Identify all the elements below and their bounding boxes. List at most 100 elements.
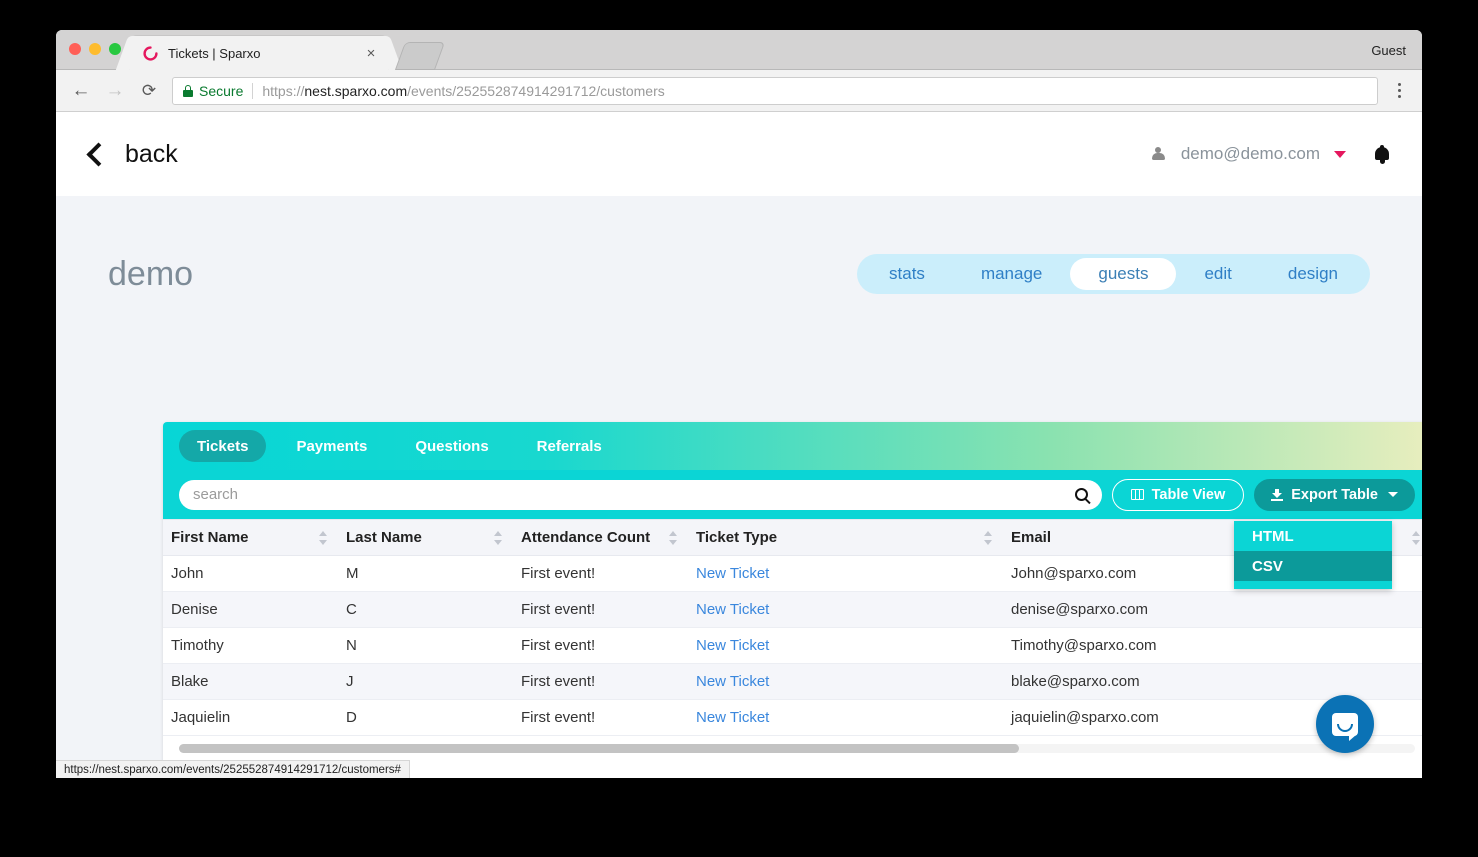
ticket-type-link[interactable]: New Ticket (696, 673, 769, 690)
cell-extra (1353, 663, 1422, 700)
chevron-down-icon[interactable] (1334, 150, 1346, 158)
export-table-button[interactable]: Export Table (1254, 478, 1415, 511)
close-window-button[interactable] (69, 43, 81, 55)
sort-icon[interactable] (669, 530, 678, 546)
scrollbar-thumb[interactable] (179, 744, 1020, 753)
browser-window: Tickets | Sparxo × Guest ← → ⟳ Secure ht… (56, 30, 1422, 778)
ticket-type-link[interactable]: New Ticket (696, 637, 769, 654)
column-header-last-name[interactable]: Last Name (338, 519, 513, 556)
ticket-type-link[interactable]: New Ticket (696, 601, 769, 618)
tab-stats[interactable]: stats (861, 258, 953, 290)
status-bar-url: https://nest.sparxo.com/events/252552874… (64, 763, 401, 776)
cell-first-name: Timothy (163, 627, 338, 664)
chevron-left-icon (86, 141, 111, 167)
browser-tab-active[interactable]: Tickets | Sparxo × (130, 36, 388, 70)
guests-toolbar: Table View Export Table (163, 470, 1422, 519)
app-header-right: demo@demo.com (1151, 144, 1390, 164)
column-header-ticket-type[interactable]: Ticket Type (688, 519, 1003, 556)
tab-edit[interactable]: edit (1176, 258, 1259, 290)
search-input[interactable] (193, 486, 1075, 503)
table-view-label: Table View (1151, 486, 1226, 503)
browser-menu-icon[interactable] (1386, 83, 1412, 98)
tab-guests[interactable]: guests (1070, 258, 1177, 290)
column-header-first-name[interactable]: First Name (163, 519, 338, 556)
minimize-window-button[interactable] (89, 43, 101, 55)
browser-tab-title: Tickets | Sparxo (168, 45, 261, 61)
tab-design[interactable]: design (1260, 258, 1366, 290)
user-email-label[interactable]: demo@demo.com (1181, 144, 1320, 164)
cell-attendance-count: First event! (513, 591, 688, 628)
cell-attendance-count: First event! (513, 555, 688, 592)
address-bar[interactable]: Secure https://nest.sparxo.com/events/25… (172, 76, 1378, 105)
cell-email: jaquielin@sparxo.com (1003, 699, 1353, 736)
export-dropdown-menu: HTML CSV (1234, 521, 1392, 589)
subtab-questions[interactable]: Questions (397, 430, 506, 462)
address-bar-url: https://nest.sparxo.com/events/252552874… (262, 83, 664, 99)
tab-manage[interactable]: manage (953, 258, 1070, 290)
page-viewport: back demo@demo.com demo stats manage gue… (56, 112, 1422, 777)
cell-extra (1353, 627, 1422, 664)
cell-email: blake@sparxo.com (1003, 663, 1353, 700)
search-field-wrapper[interactable] (179, 479, 1102, 510)
table-icon (1130, 489, 1144, 500)
ticket-type-link[interactable]: New Ticket (696, 709, 769, 726)
cell-attendance-count: First event! (513, 699, 688, 736)
column-header-attendance-count[interactable]: Attendance Count (513, 519, 688, 556)
browser-forward-icon[interactable]: → (98, 76, 132, 106)
url-path: /events/252552874914291712/customers (407, 82, 665, 99)
cell-last-name: D (338, 699, 513, 736)
sort-icon[interactable] (319, 530, 328, 546)
table-horizontal-scrollbar[interactable] (179, 744, 1415, 753)
ticket-type-link[interactable]: New Ticket (696, 565, 769, 582)
download-icon (1271, 488, 1284, 501)
notification-bell-icon[interactable] (1374, 145, 1390, 164)
cell-last-name: N (338, 627, 513, 664)
omnibox-divider (252, 82, 254, 99)
window-traffic-lights (69, 43, 121, 55)
table-row[interactable]: Denise C First event! New Ticket denise@… (163, 591, 1422, 628)
tab-close-icon[interactable]: × (362, 46, 380, 61)
maximize-window-button[interactable] (109, 43, 121, 55)
column-label: Attendance Count (521, 529, 651, 546)
subtab-payments[interactable]: Payments (278, 430, 385, 462)
chat-launcher-button[interactable] (1316, 695, 1374, 753)
browser-reload-icon[interactable]: ⟳ (132, 76, 166, 106)
cell-email: Timothy@sparxo.com (1003, 627, 1353, 664)
cell-ticket-type: New Ticket (688, 555, 1003, 592)
column-label: First Name (171, 529, 249, 546)
profile-guest-label[interactable]: Guest (1371, 43, 1406, 58)
chat-bubble-icon (1332, 712, 1358, 741)
lock-icon (183, 84, 193, 97)
cell-ticket-type: New Ticket (688, 627, 1003, 664)
cell-attendance-count: First event! (513, 627, 688, 664)
column-label: Email (1011, 529, 1052, 546)
back-button-label: back (125, 139, 178, 168)
cell-ticket-type: New Ticket (688, 699, 1003, 736)
back-button[interactable]: back (84, 140, 178, 169)
column-label: Last Name (346, 529, 422, 546)
table-row[interactable]: Jaquielin D First event! New Ticket jaqu… (163, 699, 1422, 736)
browser-back-icon[interactable]: ← (64, 76, 98, 106)
subtab-referrals[interactable]: Referrals (519, 430, 620, 462)
cell-last-name: M (338, 555, 513, 592)
search-icon[interactable] (1074, 488, 1088, 501)
column-label: Ticket Type (696, 529, 778, 546)
cell-email: denise@sparxo.com (1003, 591, 1353, 628)
guests-panel: Tickets Payments Questions Referrals Tab… (163, 422, 1422, 777)
export-option-csv[interactable]: CSV (1234, 551, 1392, 581)
page-top-section: demo stats manage guests edit design (56, 196, 1422, 308)
subtab-tickets[interactable]: Tickets (179, 430, 267, 462)
cell-ticket-type: New Ticket (688, 663, 1003, 700)
table-row[interactable]: Blake J First event! New Ticket blake@sp… (163, 663, 1422, 700)
page-title: demo (108, 254, 194, 293)
url-host: nest.sparxo.com (304, 82, 408, 99)
new-tab-button[interactable] (394, 42, 446, 70)
export-option-html[interactable]: HTML (1234, 521, 1392, 551)
sort-icon[interactable] (1412, 530, 1421, 546)
cell-last-name: J (338, 663, 513, 700)
sort-icon[interactable] (984, 530, 993, 546)
table-row[interactable]: Timothy N First event! New Ticket Timoth… (163, 627, 1422, 664)
browser-tabstrip: Tickets | Sparxo × Guest (56, 30, 1422, 70)
table-view-button[interactable]: Table View (1111, 478, 1245, 511)
sort-icon[interactable] (494, 530, 503, 546)
